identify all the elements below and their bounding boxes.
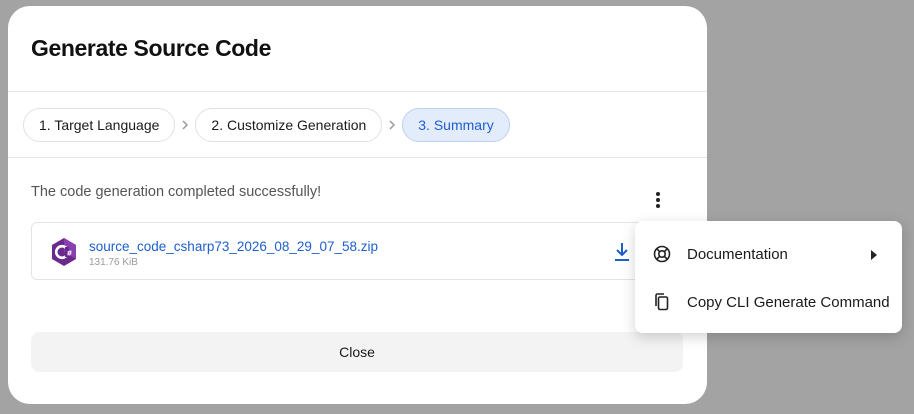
download-icon[interactable] [612,241,632,263]
more-options-icon[interactable] [646,188,670,212]
menu-item-label: Copy CLI Generate Command [687,293,890,311]
context-menu: Documentation Copy CLI Generate Command [635,221,902,333]
chevron-right-icon [382,120,402,130]
menu-item-documentation[interactable]: Documentation [635,230,902,278]
step-summary[interactable]: 3. Summary [402,108,510,142]
close-button[interactable]: Close [31,332,683,372]
file-name-link[interactable]: source_code_csharp73_2026_08_29_07_58.zi… [89,239,378,254]
steps-divider [8,157,707,158]
stepper: 1. Target Language 2. Customize Generati… [23,108,510,142]
copy-icon [652,292,672,312]
chevron-right-icon [175,120,195,130]
generate-source-code-dialog: Generate Source Code 1. Target Language … [8,6,707,404]
step-customize-generation[interactable]: 2. Customize Generation [195,108,383,142]
csharp-icon: # [50,237,78,267]
submenu-arrow-icon [869,248,879,260]
menu-item-copy-cli-command[interactable]: Copy CLI Generate Command [635,278,902,326]
header-divider [8,91,707,92]
step-target-language[interactable]: 1. Target Language [23,108,176,142]
svg-text:#: # [67,250,73,258]
status-message: The code generation completed successful… [31,184,322,200]
menu-item-label: Documentation [687,245,788,263]
file-size: 131.76 KiB [89,257,138,268]
file-card: # source_code_csharp73_2026_08_29_07_58.… [31,222,683,280]
dialog-title: Generate Source Code [31,35,271,61]
lifebuoy-icon [652,244,672,264]
